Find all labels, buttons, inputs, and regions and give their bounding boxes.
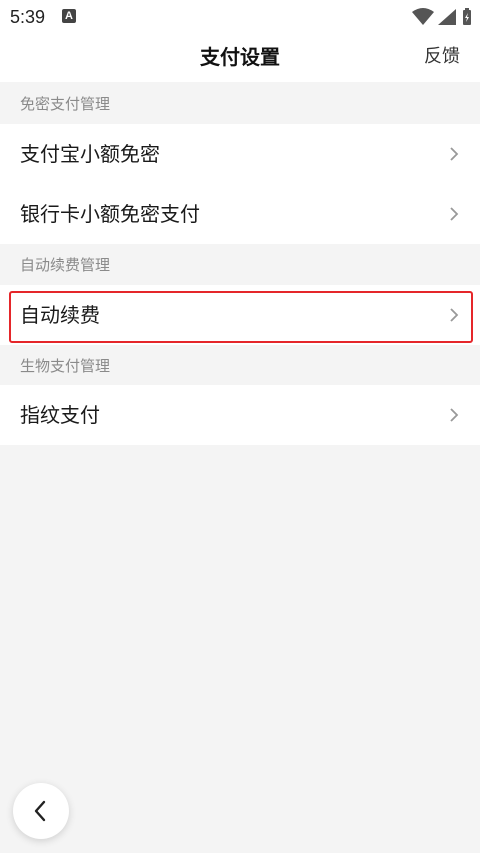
list-item-fingerprint-pay[interactable]: 指纹支付 xyxy=(0,385,480,445)
chevron-right-icon xyxy=(450,207,459,221)
list-item-label: 银行卡小额免密支付 xyxy=(20,202,200,226)
status-time: 5:39 xyxy=(10,7,46,27)
page-header: 支付设置 反馈 xyxy=(0,34,480,82)
signal-icon xyxy=(438,9,456,25)
chevron-right-icon xyxy=(450,408,459,422)
section-label-biometric: 生物支付管理 xyxy=(20,357,111,375)
chevron-right-icon xyxy=(450,308,459,322)
back-button[interactable] xyxy=(13,783,69,839)
chevron-left-icon xyxy=(34,800,46,822)
page-title: 支付设置 xyxy=(200,45,280,69)
status-bar: 5:39 A xyxy=(0,0,480,34)
wifi-icon xyxy=(412,8,434,25)
battery-charging-icon xyxy=(463,8,471,25)
status-icons xyxy=(412,7,472,27)
list-item-alipay-password-free[interactable]: 支付宝小额免密 xyxy=(0,124,480,184)
list-item-label: 支付宝小额免密 xyxy=(20,142,160,166)
a-box-icon: A xyxy=(62,9,76,23)
list-item-label: 自动续费 xyxy=(20,303,100,327)
chevron-right-icon xyxy=(450,147,459,161)
list-item-label: 指纹支付 xyxy=(20,403,100,427)
feedback-button[interactable]: 反馈 xyxy=(424,44,460,70)
list-item-auto-renew[interactable]: 自动续费 xyxy=(0,285,480,345)
section-label-password-free: 免密支付管理 xyxy=(20,95,111,113)
section-label-auto-renew: 自动续费管理 xyxy=(20,256,111,274)
list-item-bankcard-password-free[interactable]: 银行卡小额免密支付 xyxy=(0,184,480,244)
